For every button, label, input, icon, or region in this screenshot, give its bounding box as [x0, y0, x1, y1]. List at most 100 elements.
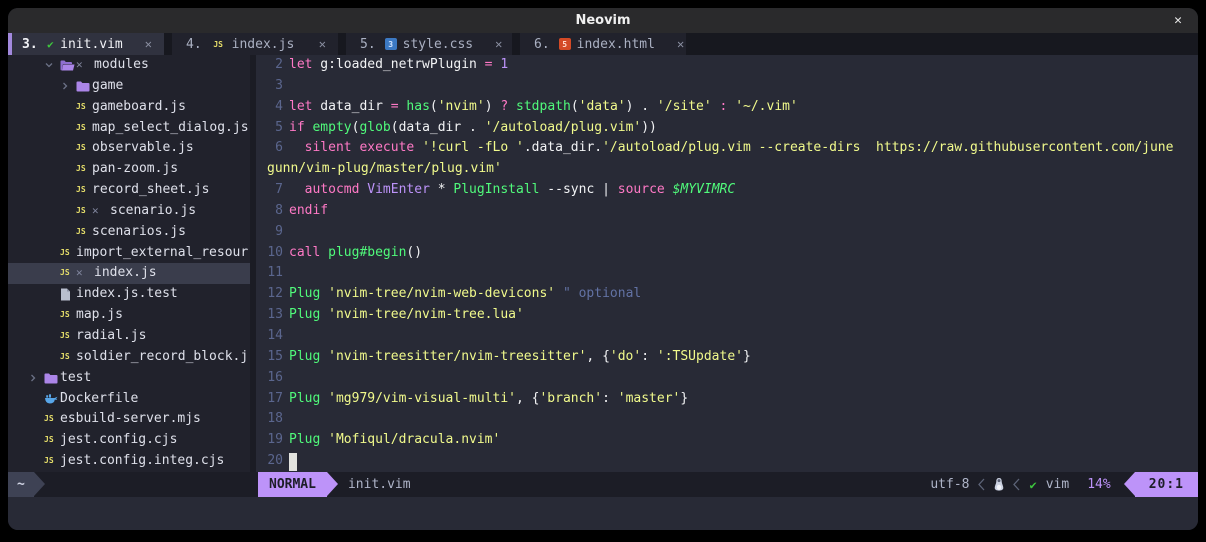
tree-item-radial.js[interactable]: JSradial.js — [8, 326, 250, 347]
line-number: 2 — [256, 55, 283, 76]
code-line[interactable]: 6 silent execute '!curl -fLo '.data_dir.… — [256, 138, 1198, 159]
js-icon: JS — [76, 159, 86, 180]
tree-item-label: pan-zoom.js — [92, 159, 178, 180]
tree-item-soldier_record_block.j[interactable]: JSsoldier_record_block.j — [8, 347, 250, 368]
tab-close-icon[interactable]: ✕ — [319, 37, 326, 51]
neovim-window: Neovim ✕ 3.✔init.vim✕4.JSindex.js✕5.3sty… — [8, 8, 1198, 530]
tree-item-scenarios.js[interactable]: JS scenarios.js — [8, 222, 250, 243]
tree-item-game[interactable]: game — [8, 76, 250, 97]
code-text: if empty(glob(data_dir . '/autoload/plug… — [289, 118, 657, 139]
tab-label: style.css — [403, 37, 473, 52]
tree-item-label: import_external_resour — [76, 243, 248, 264]
code-line[interactable]: 13Plug 'nvim-tree/nvim-tree.lua' — [256, 305, 1198, 326]
status-line: ~ NORMAL init.vim utf-8 ✔ vim 14% 20:1 — [8, 472, 1198, 497]
file-tree[interactable]: ✕modulesgameJSgameboard.jsJSmap_select_d… — [8, 55, 250, 472]
tree-item-gameboard.js[interactable]: JSgameboard.js — [8, 97, 250, 118]
line-number: 3 — [256, 76, 283, 97]
tree-item-map.js[interactable]: JSmap.js — [8, 305, 250, 326]
js-icon: JS — [60, 263, 70, 284]
js-icon: JS — [76, 180, 86, 201]
code-line[interactable]: 2let g:loaded_netrwPlugin = 1 — [256, 55, 1198, 76]
tree-item-label: observable.js — [92, 138, 194, 159]
js-icon: JS — [60, 305, 70, 326]
js-icon: JS — [60, 243, 70, 264]
code-text: Plug 'mg979/vim-visual-multi', {'branch'… — [289, 389, 688, 410]
code-line[interactable]: 9 — [256, 222, 1198, 243]
tree-item-jest.config.cjs[interactable]: JS jest.config.cjs — [8, 430, 250, 451]
code-line[interactable]: 5if empty(glob(data_dir . '/autoload/plu… — [256, 118, 1198, 139]
tree-item-esbuild-server.mjs[interactable]: JSesbuild-server.mjs — [8, 409, 250, 430]
tab-label: index.js — [232, 37, 295, 52]
tree-item-modules[interactable]: ✕modules — [8, 55, 250, 76]
code-text: call plug#begin() — [289, 243, 422, 264]
docker-whale-icon — [44, 394, 58, 404]
tab-bar: 3.✔init.vim✕4.JSindex.js✕5.3style.css✕6.… — [8, 33, 1198, 55]
code-line[interactable]: 11 — [256, 263, 1198, 284]
tab-label: init.vim — [60, 37, 123, 52]
code-line[interactable]: 15Plug 'nvim-treesitter/nvim-treesitter'… — [256, 347, 1198, 368]
tree-item-label: scenarios.js — [92, 222, 186, 243]
tree-item-scenario.js[interactable]: JS✕scenario.js — [8, 201, 250, 222]
code-line[interactable]: 4let data_dir = has('nvim') ? stdpath('d… — [256, 97, 1198, 118]
js-icon: JS — [76, 222, 86, 243]
js-icon: JS — [76, 138, 86, 159]
js-icon: JS — [211, 40, 226, 49]
tree-item-index.js[interactable]: JS✕index.js — [8, 263, 250, 284]
tab-close-icon[interactable]: ✕ — [677, 37, 684, 51]
code-line[interactable]: 12 Plug 'nvim-tree/nvim-web-devicons' " o… — [256, 284, 1198, 305]
tab-index.js[interactable]: 4.JSindex.js✕ — [172, 33, 338, 55]
tree-item-record_sheet.js[interactable]: JS record_sheet.js — [8, 180, 250, 201]
code-text: silent execute '!curl -fLo '.data_dir.'/… — [289, 138, 1173, 159]
folder-icon — [44, 373, 58, 384]
code-line[interactable]: 18 — [256, 409, 1198, 430]
thin-separator-icon — [1013, 478, 1020, 491]
line-number: 6 — [256, 138, 283, 159]
main-area: ✕modulesgameJSgameboard.jsJSmap_select_d… — [8, 55, 1198, 472]
tree-item-label: scenario.js — [110, 201, 196, 222]
command-line[interactable] — [8, 497, 1198, 530]
tree-item-label: jest.config.cjs — [60, 430, 177, 451]
editor[interactable]: 2let g:loaded_netrwPlugin = 134let data_… — [256, 55, 1198, 472]
line-number: 20 — [256, 451, 283, 472]
tree-item-index.js.test[interactable]: index.js.test — [8, 284, 250, 305]
tab-close-icon[interactable]: ✕ — [495, 37, 502, 51]
code-line[interactable]: 17Plug 'mg979/vim-visual-multi', {'branc… — [256, 389, 1198, 410]
title-bar[interactable]: Neovim ✕ — [8, 8, 1198, 33]
tree-item-Dockerfile[interactable]: Dockerfile — [8, 389, 250, 410]
window-close-icon[interactable]: ✕ — [1174, 8, 1182, 33]
git-modified-icon: ✕ — [76, 55, 94, 76]
code-line[interactable]: 16 — [256, 368, 1198, 389]
tab-style.css[interactable]: 5.3style.css✕ — [346, 33, 512, 55]
code-line[interactable]: 14 — [256, 326, 1198, 347]
tree-item-pan-zoom.js[interactable]: JS pan-zoom.js — [8, 159, 250, 180]
line-number: 12 — [256, 284, 283, 305]
code-line[interactable]: 20 — [256, 451, 1198, 472]
code-line[interactable]: 8endif — [256, 201, 1198, 222]
mode-label: NORMAL — [258, 472, 327, 497]
vim-icon: ✔ — [1029, 478, 1036, 492]
code-text: Plug 'nvim-tree/nvim-web-devicons' " opt… — [289, 284, 641, 305]
line-number: 9 — [256, 222, 283, 243]
line-number: 4 — [256, 97, 283, 118]
tab-close-icon[interactable]: ✕ — [145, 37, 152, 51]
tree-item-observable.js[interactable]: JS observable.js — [8, 138, 250, 159]
tab-index.html[interactable]: 6.5index.html✕ — [520, 33, 686, 55]
code-line[interactable]: 10call plug#begin() — [256, 243, 1198, 264]
line-number: 15 — [256, 347, 283, 368]
chevron-right-icon — [60, 81, 70, 91]
tab-init.vim[interactable]: 3.✔init.vim✕ — [8, 33, 164, 55]
code-line[interactable]: 3 — [256, 76, 1198, 97]
statusline-filename: init.vim — [348, 472, 411, 497]
tree-item-test[interactable]: test — [8, 368, 250, 389]
js-icon: JS — [44, 430, 54, 451]
code-line[interactable]: gunn/vim-plug/master/plug.vim' — [256, 159, 1198, 180]
js-icon: JS — [60, 347, 70, 368]
tree-item-jest.config.integ.cjs[interactable]: JSjest.config.integ.cjs — [8, 451, 250, 472]
code-line[interactable]: 19Plug 'Mofiqul/dracula.nvim' — [256, 430, 1198, 451]
tree-status-chip: ~ — [8, 472, 45, 497]
tree-item-map_select_dialog.js[interactable]: JSmap_select_dialog.js — [8, 118, 250, 139]
tree-item-import_external_resour[interactable]: JS import_external_resour — [8, 243, 250, 264]
code-line[interactable]: 7 autocmd VimEnter * PlugInstall --sync … — [256, 180, 1198, 201]
tree-item-label: record_sheet.js — [92, 180, 209, 201]
powerline-arrow-icon — [34, 472, 45, 496]
